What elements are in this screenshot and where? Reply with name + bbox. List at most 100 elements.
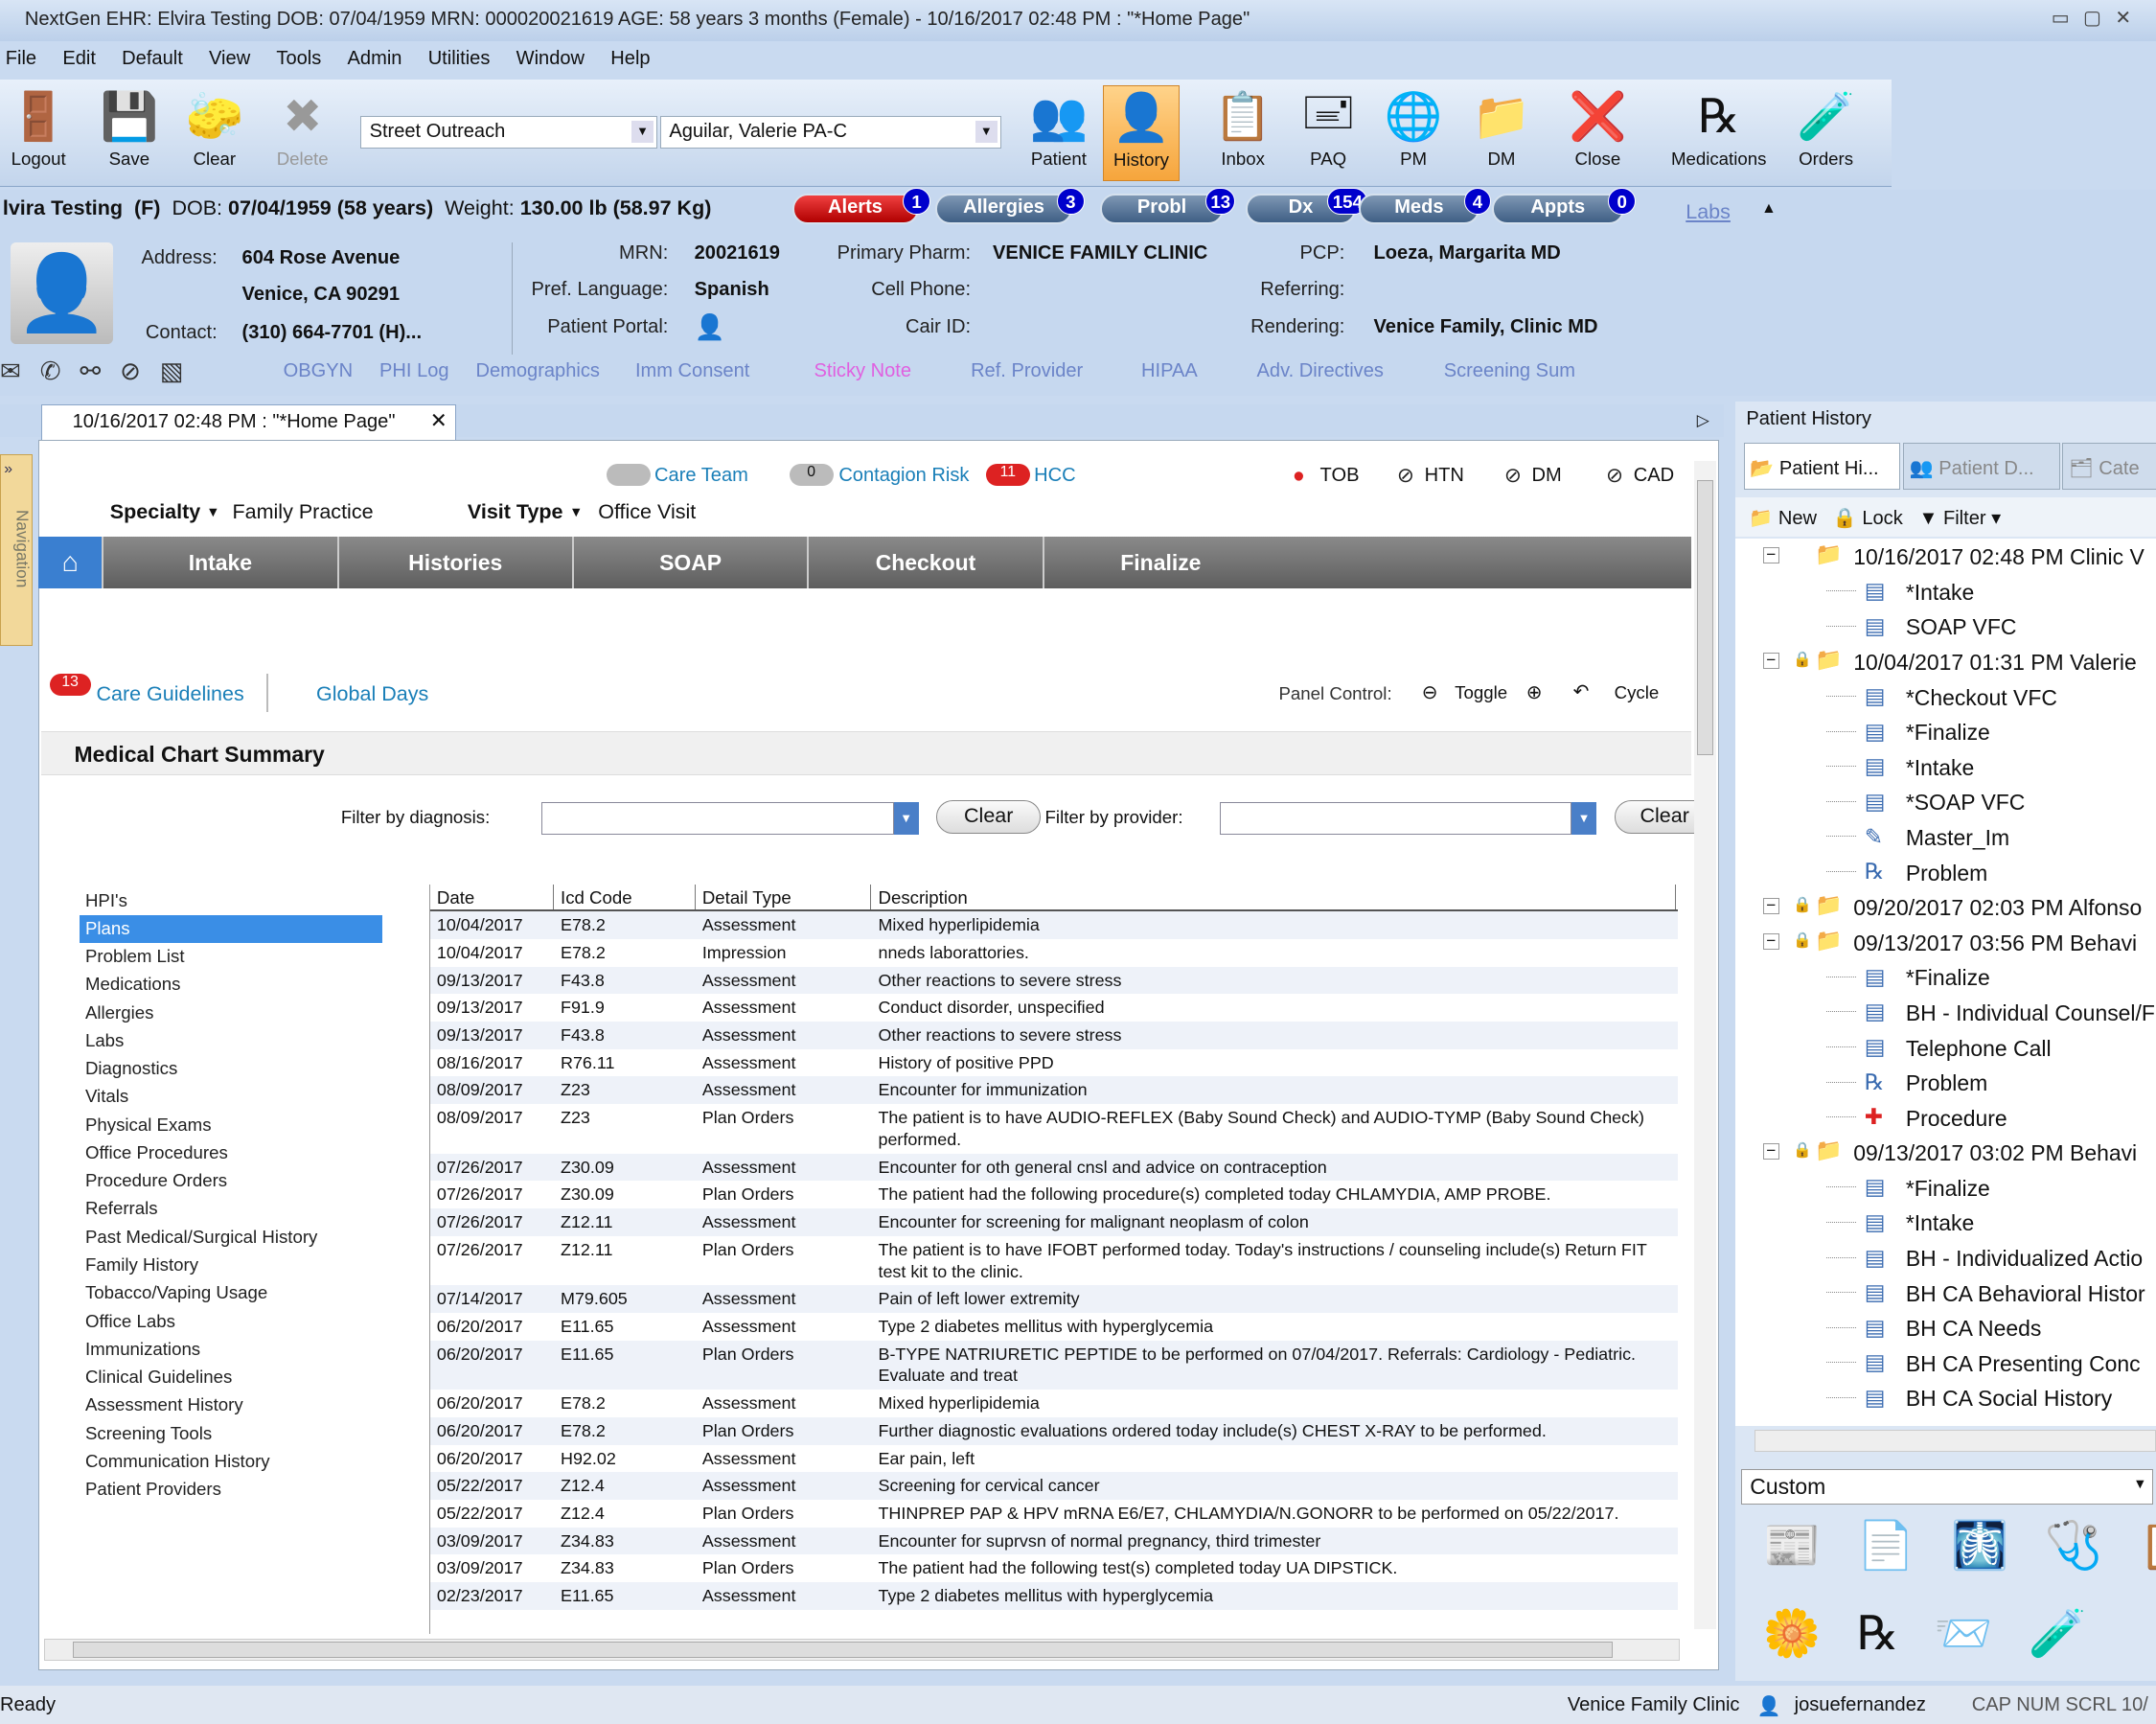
appts-button[interactable]: Appts0 [1492, 194, 1624, 224]
expand-toggle-icon[interactable]: − [1763, 898, 1779, 914]
paq-button[interactable]: 🖃PAQ [1290, 85, 1366, 170]
expand-toggle-icon[interactable]: − [1763, 653, 1779, 669]
filter-diagnosis-dropdown-icon[interactable]: ▼ [894, 802, 919, 835]
tree-item[interactable]: BH CA Presenting Conc [1906, 1351, 2141, 1377]
filter-button[interactable]: ▼ Filter ▾ [1919, 508, 2002, 529]
table-row[interactable]: 07/26/2017Z30.09Plan OrdersThe patient h… [430, 1181, 1678, 1208]
table-row[interactable]: 07/14/2017M79.605AssessmentPain of left … [430, 1285, 1678, 1313]
column-header-icd-code[interactable]: Icd Code [554, 885, 696, 910]
hcc-link[interactable]: HCC [1034, 465, 1076, 487]
tree-item[interactable]: 10/16/2017 02:48 PM Clinic V [1853, 544, 2144, 570]
expand-toggle-icon[interactable]: − [1763, 547, 1779, 563]
chart-section-assessment-history[interactable]: Assessment History [80, 1391, 382, 1419]
history-tab-0[interactable]: 📂 Patient Hi... [1744, 443, 1901, 490]
save-button[interactable]: 💾Save [91, 85, 168, 170]
up-icon[interactable]: ⊕ [1526, 680, 1543, 704]
tree-item[interactable]: *Checkout VFC [1906, 685, 2057, 711]
table-row[interactable]: 06/20/2017E11.65AssessmentType 2 diabete… [430, 1313, 1678, 1341]
tree-item[interactable]: 09/13/2017 03:02 PM Behavi [1853, 1140, 2137, 1166]
medications-button[interactable]: ℞Medications [1666, 85, 1771, 170]
table-row[interactable]: 09/13/2017F91.9AssessmentConduct disorde… [430, 994, 1678, 1022]
history-shortcut-icons-row2[interactable]: 🌼℞📨🧪 [1763, 1606, 2122, 1661]
patient-portal-icon[interactable]: 👤 [695, 313, 725, 342]
table-row[interactable]: 07/26/2017Z12.11AssessmentEncounter for … [430, 1208, 1678, 1236]
tree-item[interactable]: BH CA Needs [1906, 1316, 2042, 1342]
table-row[interactable]: 10/04/2017E78.2AssessmentMixed hyperlipi… [430, 911, 1678, 939]
new-button[interactable]: 📁 New [1749, 508, 1817, 529]
labs-link[interactable]: Labs [1686, 200, 1731, 224]
delete-button[interactable]: ✖Delete [264, 85, 341, 170]
tree-item[interactable]: Procedure [1906, 1106, 2007, 1132]
chart-section-patient-providers[interactable]: Patient Providers [80, 1476, 382, 1504]
tree-item[interactable]: Master_Im [1906, 825, 2009, 851]
step-checkout[interactable]: Checkout [807, 537, 1042, 589]
step-histories[interactable]: Histories [337, 537, 572, 589]
tree-item[interactable]: BH - Individualized Actio [1906, 1246, 2143, 1272]
chart-section-office-procedures[interactable]: Office Procedures [80, 1139, 382, 1167]
tree-item[interactable]: 10/04/2017 01:31 PM Valerie [1853, 650, 2136, 676]
pm-button[interactable]: 🌐PM [1375, 85, 1452, 170]
flag-tob[interactable]: TOB [1320, 465, 1360, 487]
close-button[interactable]: ❌Close [1559, 85, 1636, 170]
ref-provider-link[interactable]: Ref. Provider [971, 360, 1083, 382]
menu-utilities[interactable]: Utilities [423, 44, 499, 75]
tree-item[interactable]: BH CA Social History [1906, 1386, 2112, 1412]
menu-edit[interactable]: Edit [57, 44, 105, 75]
view-select[interactable]: Custom▼ [1741, 1469, 2153, 1505]
filter-diagnosis-input[interactable] [541, 802, 893, 835]
expand-icon[interactable]: » [4, 461, 12, 478]
table-row[interactable]: 07/26/2017Z12.11Plan OrdersThe patient i… [430, 1236, 1678, 1286]
menu-window[interactable]: Window [511, 44, 594, 75]
flag-htn[interactable]: HTN [1425, 465, 1464, 487]
demographics-link[interactable]: Demographics [475, 360, 599, 382]
table-row[interactable]: 08/16/2017R76.11AssessmentHistory of pos… [430, 1049, 1678, 1077]
chart-section-vitals[interactable]: Vitals [80, 1083, 382, 1111]
contagion-risk-link[interactable]: Contagion Risk [838, 465, 969, 487]
history-tab-2[interactable]: 🗂 Cate [2062, 443, 2156, 490]
document-tab-home-page[interactable]: 10/16/2017 02:48 PM : "*Home Page"✕ [41, 404, 456, 440]
table-row[interactable]: 08/09/2017Z23AssessmentEncounter for imm… [430, 1076, 1678, 1104]
menu-default[interactable]: Default [116, 44, 192, 75]
flag-dm[interactable]: DM [1532, 465, 1562, 487]
alerts-button[interactable]: Alerts1 [792, 194, 919, 224]
window-controls[interactable]: ▭▢✕ [2052, 6, 2145, 30]
hipaa-link[interactable]: HIPAA [1141, 360, 1198, 382]
menu-file[interactable]: File [0, 44, 46, 75]
table-row[interactable]: 10/04/2017E78.2Impressionnneds laboratto… [430, 939, 1678, 967]
chart-section-past-medical-surgical-history[interactable]: Past Medical/Surgical History [80, 1224, 382, 1252]
chart-section-communication-history[interactable]: Communication History [80, 1448, 382, 1476]
tree-item[interactable]: *Intake [1906, 1210, 1974, 1236]
table-row[interactable]: 06/20/2017E78.2AssessmentMixed hyperlipi… [430, 1390, 1678, 1417]
provider-select[interactable]: Aguilar, Valerie PA-C▼ [660, 116, 1001, 149]
history-button[interactable]: 👤History [1103, 85, 1180, 181]
column-header-detail-type[interactable]: Detail Type [696, 885, 872, 910]
flag-cad[interactable]: CAD [1634, 465, 1674, 487]
cycle-button[interactable]: Cycle [1615, 682, 1660, 703]
orders-button[interactable]: 🧪Orders [1787, 85, 1864, 170]
quick-action-icons[interactable]: ✉✆⚯⊘▧ [0, 357, 202, 386]
scroll-tabs-right-icon[interactable]: ▷ [1697, 410, 1709, 430]
vertical-scrollbar[interactable] [1694, 461, 1716, 1630]
care-team-link[interactable]: Care Team [654, 465, 748, 487]
history-tab-1[interactable]: 👥 Patient D... [1903, 443, 2060, 490]
table-row[interactable]: 09/13/2017F43.8AssessmentOther reactions… [430, 967, 1678, 995]
table-row[interactable]: 05/22/2017Z12.4Plan OrdersTHINPREP PAP &… [430, 1500, 1678, 1528]
navigation-sidebar-toggle[interactable]: Navigation [0, 454, 33, 647]
toggle-button[interactable]: Toggle [1455, 682, 1507, 703]
table-row[interactable]: 06/20/2017E11.65Plan OrdersB-TYPE NATRIU… [430, 1341, 1678, 1391]
sticky-note-link[interactable]: Sticky Note [814, 360, 911, 382]
step-soap[interactable]: SOAP [572, 537, 807, 589]
table-row[interactable]: 09/13/2017F43.8AssessmentOther reactions… [430, 1022, 1678, 1049]
menu-tools[interactable]: Tools [271, 44, 332, 75]
step-intake[interactable]: Intake [102, 537, 336, 589]
logout-button[interactable]: 🚪Logout [0, 85, 77, 170]
tree-horizontal-scrollbar[interactable] [1755, 1430, 2156, 1452]
collapse-icon[interactable]: ⊖ [1422, 680, 1438, 704]
step-finalize[interactable]: Finalize [1043, 537, 1277, 589]
menu-admin[interactable]: Admin [342, 44, 412, 75]
chart-section-tobacco-vaping-usage[interactable]: Tobacco/Vaping Usage [80, 1279, 382, 1307]
allergies-button[interactable]: Allergies3 [935, 194, 1072, 224]
tree-item[interactable]: BH CA Behavioral Histor [1906, 1281, 2145, 1307]
table-row[interactable]: 05/22/2017Z12.4AssessmentScreening for c… [430, 1472, 1678, 1500]
filter-provider-input[interactable] [1220, 802, 1571, 835]
